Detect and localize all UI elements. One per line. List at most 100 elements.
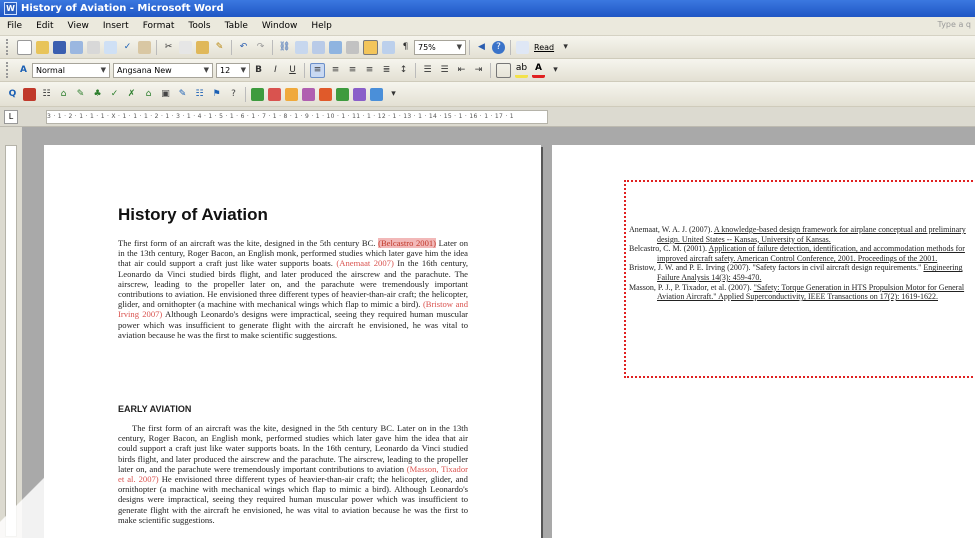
document-title: History of Aviation	[118, 205, 268, 224]
orange-tool-icon[interactable]	[285, 87, 298, 101]
edit-citation-icon[interactable]: ☷	[40, 88, 53, 101]
menu-window[interactable]: Window	[255, 21, 305, 31]
microphone-icon[interactable]: ◀	[475, 41, 488, 54]
underline-icon[interactable]: U	[286, 64, 299, 77]
numbering-icon[interactable]: ☰	[421, 64, 434, 77]
read-mode-icon[interactable]	[516, 40, 529, 54]
green-tool2-icon[interactable]	[336, 87, 349, 101]
paragraph-2[interactable]: The first form of an aircraft was the ki…	[118, 423, 468, 525]
paragraph-1[interactable]: The first form of an aircraft was the ki…	[118, 238, 468, 340]
style-select[interactable]: Normal ▼	[32, 62, 110, 78]
document-page-2[interactable]	[552, 145, 975, 538]
menu-table[interactable]: Table	[218, 21, 255, 31]
purple-tool2-icon[interactable]	[353, 87, 366, 101]
red-tool-icon[interactable]	[268, 87, 281, 101]
go-to-library-icon[interactable]	[23, 87, 36, 101]
toolbar-separator	[490, 62, 491, 78]
toolbar-options-icon[interactable]: ▾	[387, 88, 400, 101]
font-select[interactable]: Angsana New ▼	[113, 62, 213, 78]
borders-icon[interactable]	[496, 62, 511, 78]
green-tool-icon[interactable]	[251, 87, 264, 101]
format-bibliography-icon[interactable]: ✎	[74, 88, 87, 101]
menu-view[interactable]: View	[61, 21, 96, 31]
redo-icon[interactable]: ↷	[254, 41, 267, 54]
toolbar-options-icon[interactable]: ▾	[549, 64, 562, 77]
read-button[interactable]: Read	[531, 43, 557, 52]
find-citation-icon[interactable]: Q	[6, 88, 19, 101]
permission-icon[interactable]	[70, 40, 83, 54]
cut-icon[interactable]: ✂	[162, 41, 175, 54]
font-color-icon[interactable]: A	[532, 62, 545, 78]
print-icon[interactable]	[87, 40, 100, 54]
print-preview-icon[interactable]	[104, 40, 117, 54]
tables-borders-icon[interactable]	[295, 40, 308, 54]
columns-icon[interactable]	[346, 40, 359, 54]
toolbar-options-icon[interactable]: ▾	[559, 41, 572, 54]
copy-icon[interactable]	[179, 40, 192, 54]
new-document-icon[interactable]	[17, 39, 32, 55]
generate-from-text-icon[interactable]: ⌂	[142, 88, 155, 101]
show-hide-icon[interactable]: ¶	[399, 41, 412, 54]
justify-icon[interactable]: ≡	[363, 64, 376, 77]
formatting-toolbar: A Normal ▼ Angsana New ▼ 12 ▼ B I U ≡ ≡ ≡ ≡…	[0, 59, 975, 82]
line-spacing-icon[interactable]: ↕	[397, 64, 410, 77]
unformat-citations-icon[interactable]: ♣	[91, 88, 104, 101]
paste-icon[interactable]	[196, 40, 209, 54]
insert-note-icon[interactable]: ✗	[125, 88, 138, 101]
citation-belcastro[interactable]: (Belcastro 2001)	[378, 238, 437, 248]
insert-table-icon[interactable]	[312, 40, 325, 54]
reference-authors: Bristow, J. W. and P. E. Irving (2007). …	[629, 263, 924, 273]
align-center-icon[interactable]: ≡	[329, 64, 342, 77]
help-search-box[interactable]: Type a q	[938, 20, 971, 29]
document-map-icon[interactable]	[382, 40, 395, 54]
bold-icon[interactable]: B	[252, 64, 265, 77]
menu-file[interactable]: File	[0, 21, 29, 31]
align-left-icon[interactable]: ≡	[310, 62, 325, 78]
menu-format[interactable]: Format	[136, 21, 182, 31]
toolbar-grip[interactable]	[6, 62, 11, 78]
decrease-indent-icon[interactable]: ⇤	[455, 64, 468, 77]
distributed-icon[interactable]: ≣	[380, 64, 393, 77]
text-run: The first form of an aircraft was the ki…	[118, 238, 376, 248]
insert-excel-icon[interactable]	[329, 40, 342, 54]
insert-citation-icon[interactable]: ⌂	[57, 88, 70, 101]
help-icon[interactable]: ?	[492, 40, 505, 54]
drawing-icon[interactable]	[363, 39, 378, 55]
hyperlink-icon[interactable]: ⛓	[278, 41, 291, 54]
menu-help[interactable]: Help	[304, 21, 339, 31]
undo-icon[interactable]: ↶	[237, 41, 250, 54]
pencil-tool-icon[interactable]	[319, 87, 332, 101]
tab-stop-selector[interactable]: L	[4, 110, 18, 124]
word-app-icon[interactable]: W	[4, 2, 17, 15]
bibliography[interactable]: Anemaat, W. A. J. (2007). A knowledge-ba…	[629, 225, 969, 302]
document-page-1[interactable]: History of Aviation The first form of an…	[44, 145, 541, 538]
align-right-icon[interactable]: ≡	[346, 64, 359, 77]
find-figure-icon[interactable]: ☷	[193, 88, 206, 101]
remove-field-codes-icon[interactable]: ✓	[108, 88, 121, 101]
highlight-icon[interactable]: ab	[515, 62, 528, 78]
citation-anemaat[interactable]: (Anemaat 2007)	[336, 258, 393, 268]
preferences-icon[interactable]: ✎	[176, 88, 189, 101]
blue-tool-icon[interactable]	[370, 87, 383, 101]
bullets-icon[interactable]: ☰	[438, 64, 451, 77]
italic-icon[interactable]: I	[269, 64, 282, 77]
zoom-select[interactable]: 75% ▼	[414, 39, 466, 55]
font-size-select[interactable]: 12 ▼	[216, 62, 250, 78]
styles-formatting-icon[interactable]: A	[17, 64, 30, 77]
manuscript-icon[interactable]: ⚑	[210, 88, 223, 101]
open-folder-icon[interactable]	[36, 40, 49, 54]
help-question-icon[interactable]: ?	[227, 88, 240, 101]
ruler-scale[interactable]: 3 · 1 · 2 · 1 · 1 · 1 · X · 1 · 1 · 1 · …	[46, 110, 548, 124]
menu-tools[interactable]: Tools	[181, 21, 217, 31]
save-icon[interactable]	[53, 40, 66, 54]
increase-indent-icon[interactable]: ⇥	[472, 64, 485, 77]
research-icon[interactable]	[138, 40, 151, 54]
document-workspace: History of Aviation The first form of an…	[22, 127, 975, 538]
export-library-icon[interactable]: ▣	[159, 88, 172, 101]
purple-tool-icon[interactable]	[302, 87, 315, 101]
toolbar-grip[interactable]	[6, 39, 11, 55]
menu-edit[interactable]: Edit	[29, 21, 60, 31]
format-painter-icon[interactable]: ✎	[213, 41, 226, 54]
menu-insert[interactable]: Insert	[96, 21, 136, 31]
spelling-icon[interactable]: ✓	[121, 41, 134, 54]
